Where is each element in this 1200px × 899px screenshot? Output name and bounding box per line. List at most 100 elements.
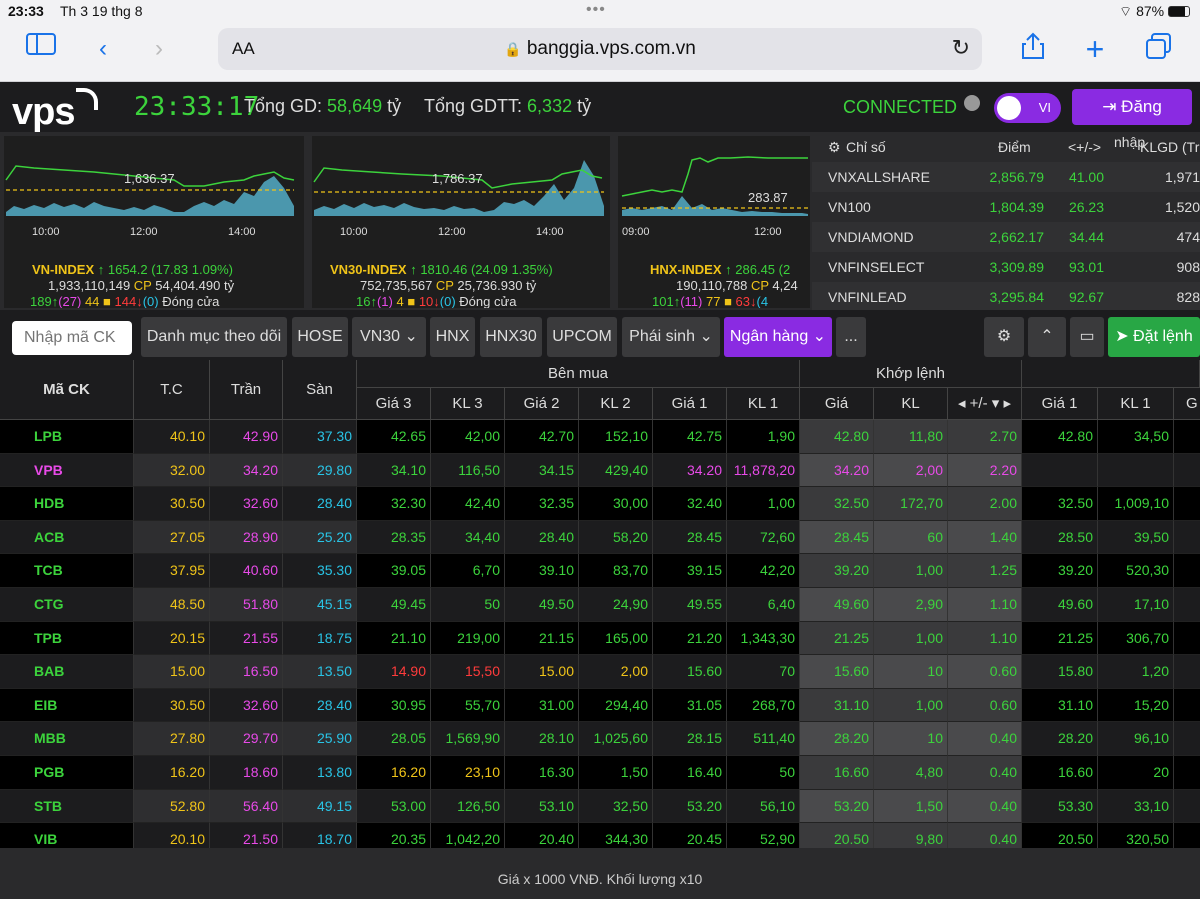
col-ask2[interactable]: G <box>1174 388 1200 420</box>
symbol-cell[interactable]: BAB <box>0 655 134 689</box>
caret-right-icon[interactable]: ▸ <box>1003 395 1011 412</box>
tab-upcom[interactable]: UPCOM <box>547 317 617 357</box>
clock-icon[interactable] <box>964 95 980 111</box>
ref-price-cell: 40.10 <box>134 420 210 454</box>
symbol-cell[interactable]: LPB <box>0 420 134 454</box>
symbol-cell[interactable]: VPB <box>0 453 134 488</box>
symbol-cell[interactable]: TCB <box>0 554 134 588</box>
reload-icon[interactable]: ↻ <box>952 35 970 61</box>
match-change-cell: 0.40 <box>948 722 1022 756</box>
match-volume-cell: 10 <box>874 722 948 756</box>
caret-left-icon[interactable]: ◂ <box>958 395 966 412</box>
col-ask1[interactable]: Giá 1 <box>1022 388 1098 420</box>
ask2-cell <box>1174 588 1200 622</box>
time-tick: 09:00 <box>622 226 650 238</box>
horizontal-scroll-area[interactable] <box>0 848 1200 860</box>
symbol-cell[interactable]: TPB <box>0 621 134 656</box>
back-icon[interactable]: ‹ <box>86 32 120 66</box>
vps-logo[interactable]: vps <box>12 88 99 134</box>
symbol-search-input[interactable] <box>12 321 132 355</box>
monitor-icon[interactable]: ▭ <box>1070 317 1104 357</box>
ask2-cell <box>1174 722 1200 756</box>
match-volume-cell: 4,80 <box>874 756 948 790</box>
hnxindex-chart[interactable]: 283.87 09:00 12:00 HNX-INDEX ↑ 286.45 (2… <box>618 136 810 308</box>
bid3-cell: 42.65 <box>357 420 431 454</box>
col-ref[interactable]: T.C <box>134 360 210 420</box>
forward-icon[interactable]: › <box>142 32 176 66</box>
more-button[interactable]: ... <box>836 317 866 357</box>
tab-derivatives[interactable]: Phái sinh ⌄ <box>622 317 720 357</box>
col-bidvol2[interactable]: KL 2 <box>579 388 653 420</box>
login-button[interactable]: ⇥ Đăng <box>1072 89 1192 125</box>
symbol-cell[interactable]: HDB <box>0 487 134 521</box>
address-bar[interactable]: AA 🔒 banggia.vps.com.vn ↻ <box>218 28 982 70</box>
col-bid2[interactable]: Giá 2 <box>505 388 579 420</box>
match-price-cell: 32.50 <box>800 487 874 521</box>
gear-icon[interactable]: ⚙ <box>984 317 1024 357</box>
battery-icon <box>1168 6 1190 17</box>
vn30index-chart[interactable]: 1,786.37 10:00 12:00 14:00 VN30-INDEX ↑ … <box>312 136 610 308</box>
match-volume-cell: 1,00 <box>874 621 948 656</box>
match-price-cell: 28.20 <box>800 722 874 756</box>
col-match-change[interactable]: ◂ +/- ▾ ▸ <box>948 388 1022 420</box>
col-bid1[interactable]: Giá 1 <box>653 388 727 420</box>
tab-vn30[interactable]: VN30 ⌄ <box>352 317 426 357</box>
symbol-cell[interactable]: MBB <box>0 722 134 756</box>
match-price-cell: 16.60 <box>800 756 874 790</box>
col-floor[interactable]: Sàn <box>283 360 357 420</box>
ask2-cell <box>1174 621 1200 656</box>
col-bid3[interactable]: Giá 3 <box>357 388 431 420</box>
collapse-icon[interactable]: ⌃ <box>1028 317 1066 357</box>
symbol-cell[interactable]: STB <box>0 789 134 824</box>
language-toggle[interactable]: VI <box>994 93 1061 123</box>
bid3-cell: 49.45 <box>357 588 431 622</box>
bidvol2-cell: 344,30 <box>579 823 653 848</box>
market-clock: 23:33:17 <box>134 92 260 122</box>
col-bidvol3[interactable]: KL 3 <box>431 388 505 420</box>
symbol-cell[interactable]: PGB <box>0 756 134 790</box>
symbol-cell[interactable]: EIB <box>0 688 134 723</box>
bid1-cell: 31.05 <box>653 688 727 723</box>
vnindex-chart[interactable]: 1,636.37 10:00 12:00 14:00 VN-INDEX ↑ 16… <box>4 136 304 308</box>
floor-price-cell: 25.90 <box>283 722 357 756</box>
col-askvol1[interactable]: KL 1 <box>1098 388 1174 420</box>
ceiling-price-cell: 32.60 <box>210 487 283 521</box>
match-change-cell: 1.25 <box>948 554 1022 588</box>
ref-price-cell: 20.15 <box>134 621 210 656</box>
settings-icon[interactable]: ⚙ <box>828 139 841 156</box>
symbol-cell[interactable]: VIB <box>0 823 134 848</box>
vnindex-summary: VN-INDEX ↑ 1654.2 (17.83 1.09%) <box>32 262 233 277</box>
index-row[interactable]: VNXALLSHARE 2,856.79 41.00 1,971 <box>812 162 1200 192</box>
col-match-price[interactable]: Giá <box>800 388 874 420</box>
index-row[interactable]: VN100 1,804.39 26.23 1,520 <box>812 192 1200 222</box>
tab-hnx30[interactable]: HNX30 <box>480 317 542 357</box>
index-row[interactable]: VNFINSELECT 3,309.89 93.01 908 <box>812 252 1200 282</box>
symbol-cell[interactable]: CTG <box>0 588 134 622</box>
multitask-dots-icon[interactable]: ••• <box>586 1 606 19</box>
ask1-cell: 39.20 <box>1022 554 1098 588</box>
sidebar-icon[interactable] <box>24 32 58 66</box>
col-symbol[interactable]: Mã CK <box>0 360 134 420</box>
tabs-icon[interactable] <box>1142 32 1176 66</box>
place-order-button[interactable]: ➤ Đặt lệnh <box>1108 317 1200 357</box>
share-icon[interactable] <box>1016 32 1050 66</box>
ask1-cell: 20.50 <box>1022 823 1098 848</box>
col-bidvol1[interactable]: KL 1 <box>727 388 800 420</box>
tab-banking[interactable]: Ngân hàng ⌄ <box>724 317 832 357</box>
symbol-cell[interactable]: ACB <box>0 520 134 555</box>
bid1-cell: 34.20 <box>653 453 727 488</box>
match-volume-cell: 1,00 <box>874 554 948 588</box>
col-match-volume[interactable]: KL <box>874 388 948 420</box>
tab-hnx[interactable]: HNX <box>430 317 475 357</box>
bidvol2-cell: 294,40 <box>579 688 653 723</box>
index-row[interactable]: VNDIAMOND 2,662.17 34.44 474 <box>812 222 1200 252</box>
new-tab-icon[interactable]: + <box>1078 32 1112 66</box>
col-ceiling[interactable]: Trần <box>210 360 283 420</box>
tab-watchlist[interactable]: Danh mục theo dõi <box>141 317 287 357</box>
ask1-cell <box>1022 453 1098 488</box>
bidvol1-cell: 52,90 <box>727 823 800 848</box>
bidvol3-cell: 42,40 <box>431 487 505 521</box>
tab-hose[interactable]: HOSE <box>292 317 348 357</box>
askvol1-cell: 96,10 <box>1098 722 1174 756</box>
index-row[interactable]: VNFINLEAD 3,295.84 92.67 828 <box>812 282 1200 312</box>
